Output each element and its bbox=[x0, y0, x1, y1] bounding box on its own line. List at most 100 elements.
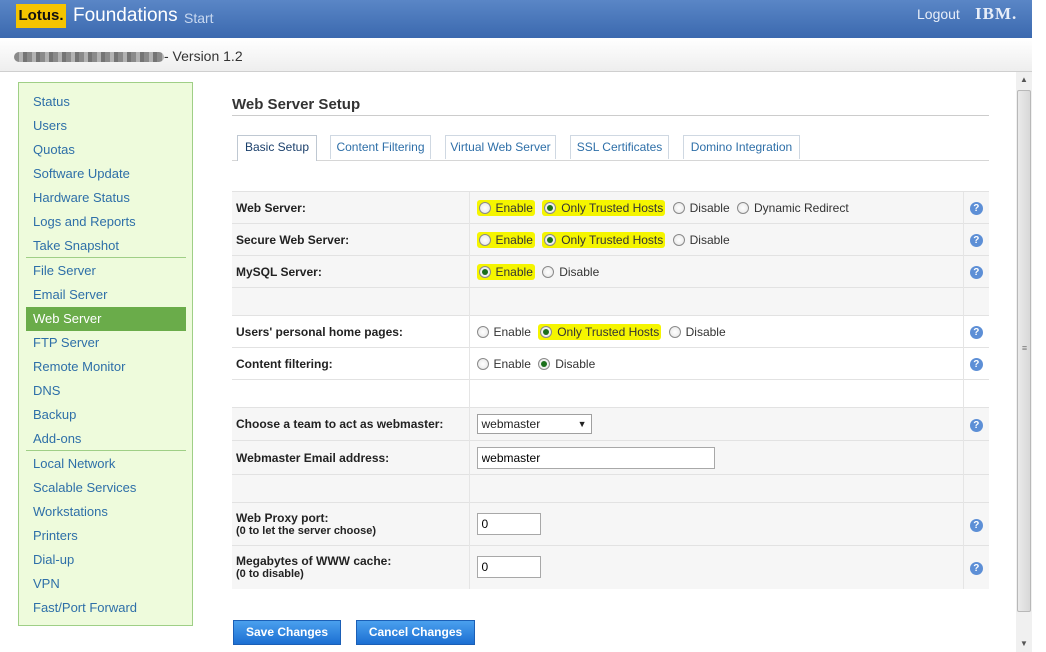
sidebar-item-web-server[interactable]: Web Server bbox=[26, 307, 186, 331]
radio-icon[interactable] bbox=[476, 325, 489, 338]
setting-row-personal-pages: Users' personal home pages: Enable Only … bbox=[232, 315, 989, 348]
proxy-port-label-cell: Web Proxy port: (0 to let the server cho… bbox=[232, 502, 469, 546]
help-icon[interactable]: ? bbox=[969, 561, 983, 575]
secure-trusted-option[interactable]: Only Trusted Hosts bbox=[542, 231, 666, 248]
mysql-disable-option[interactable]: Disable bbox=[542, 265, 599, 279]
web-server-enable-option[interactable]: Enable bbox=[476, 199, 535, 216]
content-filtering-label: Content filtering: bbox=[232, 347, 469, 380]
secure-web-server-options: Enable Only Trusted Hosts Disable bbox=[468, 223, 963, 256]
radio-icon[interactable] bbox=[736, 201, 749, 214]
sidebar-item-local-network[interactable]: Local Network bbox=[26, 452, 186, 476]
webmaster-team-control: webmaster ▼ bbox=[468, 407, 963, 441]
radio-selected-icon[interactable] bbox=[538, 357, 551, 370]
redacted-hostname bbox=[14, 52, 164, 62]
sidebar-item-backup[interactable]: Backup bbox=[26, 403, 186, 427]
setting-row-content-filtering: Content filtering: Enable Disable ? bbox=[232, 347, 989, 380]
tab-content-filtering[interactable]: Content Filtering bbox=[330, 135, 431, 159]
scroll-up-arrow-icon[interactable]: ▲ bbox=[1016, 72, 1032, 88]
www-cache-control bbox=[468, 545, 963, 589]
personal-pages-label: Users' personal home pages: bbox=[232, 315, 469, 348]
radio-icon[interactable] bbox=[478, 233, 491, 246]
proxy-port-note: (0 to let the server choose) bbox=[236, 525, 376, 537]
webmaster-email-input[interactable] bbox=[476, 446, 715, 469]
ibm-logo: IBM. bbox=[975, 4, 1018, 23]
sidebar-item-users[interactable]: Users bbox=[26, 114, 186, 138]
spacer-row bbox=[232, 379, 989, 408]
scroll-down-arrow-icon[interactable]: ▼ bbox=[1016, 636, 1032, 652]
sidebar-item-vpn[interactable]: VPN bbox=[26, 572, 186, 596]
radio-selected-icon[interactable] bbox=[478, 265, 491, 278]
webmaster-team-select[interactable]: webmaster ▼ bbox=[476, 414, 592, 434]
personal-trusted-option[interactable]: Only Trusted Hosts bbox=[538, 323, 662, 340]
sidebar-item-take-snapshot[interactable]: Take Snapshot bbox=[26, 234, 186, 258]
filtering-disable-option[interactable]: Disable bbox=[538, 357, 595, 371]
web-server-trusted-option[interactable]: Only Trusted Hosts bbox=[542, 199, 666, 216]
webmaster-team-label: Choose a team to act as webmaster: bbox=[232, 407, 469, 441]
radio-selected-icon[interactable] bbox=[544, 201, 557, 214]
help-icon[interactable]: ? bbox=[969, 358, 983, 371]
radio-icon[interactable] bbox=[478, 201, 491, 214]
help-icon[interactable]: ? bbox=[969, 266, 983, 279]
help-icon[interactable]: ? bbox=[969, 234, 983, 247]
radio-icon[interactable] bbox=[542, 265, 555, 278]
radio-selected-icon[interactable] bbox=[544, 233, 557, 246]
logout-link[interactable]: Logout bbox=[917, 6, 960, 22]
sidebar-item-email-server[interactable]: Email Server bbox=[26, 283, 186, 307]
vertical-scrollbar[interactable]: ▲ ≡ ▼ bbox=[1016, 72, 1032, 652]
sidebar-item-dns[interactable]: DNS bbox=[26, 379, 186, 403]
tab-basic-setup[interactable]: Basic Setup bbox=[237, 135, 317, 161]
personal-pages-options: Enable Only Trusted Hosts Disable bbox=[468, 315, 963, 348]
sidebar-item-file-server[interactable]: File Server bbox=[26, 259, 186, 283]
radio-icon[interactable] bbox=[668, 325, 681, 338]
sidebar-item-add-ons[interactable]: Add-ons bbox=[26, 427, 186, 451]
sidebar-item-scalable-services[interactable]: Scalable Services bbox=[26, 476, 186, 500]
web-server-redirect-option[interactable]: Dynamic Redirect bbox=[736, 201, 849, 215]
setting-row-proxy-port: Web Proxy port: (0 to let the server cho… bbox=[232, 502, 989, 546]
cancel-changes-button[interactable]: Cancel Changes bbox=[356, 620, 475, 645]
radio-icon[interactable] bbox=[672, 201, 685, 214]
sidebar-item-remote-monitor[interactable]: Remote Monitor bbox=[26, 355, 186, 379]
personal-disable-option[interactable]: Disable bbox=[668, 325, 726, 339]
secure-disable-option[interactable]: Disable bbox=[672, 233, 730, 247]
sidebar-item-printers[interactable]: Printers bbox=[26, 524, 186, 548]
personal-enable-option[interactable]: Enable bbox=[476, 325, 531, 339]
filtering-enable-option[interactable]: Enable bbox=[476, 357, 531, 371]
sidebar-item-logs-and-reports[interactable]: Logs and Reports bbox=[26, 210, 186, 234]
nav-group-services: File Server Email Server Web Server FTP … bbox=[26, 259, 186, 451]
help-icon[interactable]: ? bbox=[969, 326, 983, 339]
proxy-port-label: Web Proxy port: bbox=[236, 511, 329, 525]
scroll-thumb[interactable]: ≡ bbox=[1017, 90, 1031, 612]
tab-virtual-web-server[interactable]: Virtual Web Server bbox=[445, 135, 556, 159]
spacer-row bbox=[232, 474, 989, 503]
setting-row-web-server: Web Server: Enable Only Trusted Hosts Di… bbox=[232, 191, 989, 224]
sidebar-item-status[interactable]: Status bbox=[26, 90, 186, 114]
sidebar-item-software-update[interactable]: Software Update bbox=[26, 162, 186, 186]
content-filtering-options: Enable Disable bbox=[468, 347, 963, 380]
proxy-port-input[interactable] bbox=[476, 513, 541, 535]
sidebar-item-ftp-server[interactable]: FTP Server bbox=[26, 331, 186, 355]
radio-icon[interactable] bbox=[476, 357, 489, 370]
sidebar-item-dial-up[interactable]: Dial-up bbox=[26, 548, 186, 572]
secure-enable-option[interactable]: Enable bbox=[476, 231, 535, 248]
tab-domino-integration[interactable]: Domino Integration bbox=[683, 135, 800, 159]
sidebar-item-quotas[interactable]: Quotas bbox=[26, 138, 186, 162]
nav-group-system: Status Users Quotas Software Update Hard… bbox=[26, 90, 186, 258]
mysql-enable-option[interactable]: Enable bbox=[476, 263, 535, 280]
help-icon[interactable]: ? bbox=[969, 202, 983, 215]
setting-row-webmaster-email: Webmaster Email address: bbox=[232, 440, 989, 475]
radio-icon[interactable] bbox=[672, 233, 685, 246]
www-cache-note: (0 to disable) bbox=[236, 568, 304, 581]
tab-ssl-certificates[interactable]: SSL Certificates bbox=[570, 135, 669, 159]
help-icon[interactable]: ? bbox=[969, 418, 983, 432]
www-cache-input[interactable] bbox=[476, 556, 541, 579]
radio-selected-icon[interactable] bbox=[540, 325, 553, 338]
sidebar-item-fast-port-forward[interactable]: Fast/Port Forward bbox=[26, 596, 186, 620]
www-cache-label: Megabytes of WWW cache: bbox=[236, 554, 392, 569]
sidebar-item-workstations[interactable]: Workstations bbox=[26, 500, 186, 524]
help-icon[interactable]: ? bbox=[969, 518, 983, 532]
version-text: - Version 1.2 bbox=[164, 48, 243, 64]
sidebar-nav: Status Users Quotas Software Update Hard… bbox=[18, 82, 193, 626]
sidebar-item-hardware-status[interactable]: Hardware Status bbox=[26, 186, 186, 210]
web-server-disable-option[interactable]: Disable bbox=[672, 201, 730, 215]
save-changes-button[interactable]: Save Changes bbox=[233, 620, 341, 645]
